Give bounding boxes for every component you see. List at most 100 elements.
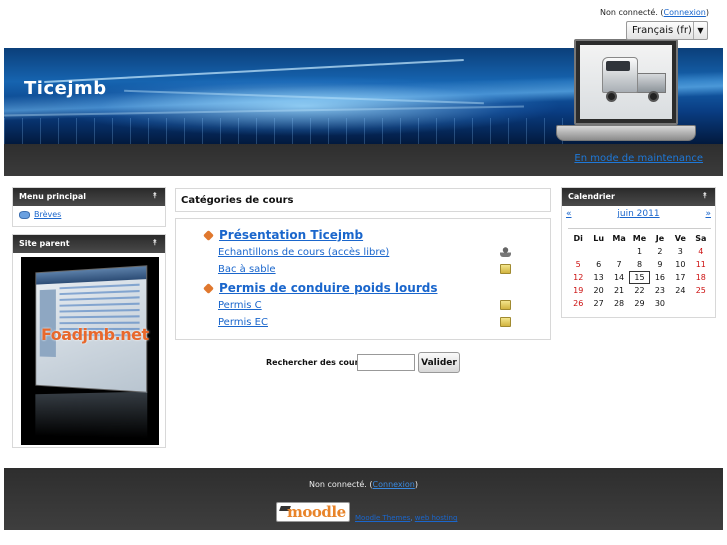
calendar-nav: « juin 2011 » bbox=[562, 208, 715, 222]
calendar-weekday-row: Di Lu Ma Me Je Ve Sa bbox=[568, 232, 711, 245]
parent-site-title: Site parent bbox=[19, 239, 70, 248]
search-input[interactable] bbox=[357, 354, 415, 371]
moodle-logo[interactable]: moodle bbox=[276, 502, 350, 522]
search-label: Rechercher des cours: bbox=[266, 358, 367, 367]
calendar-day[interactable]: 21 bbox=[609, 286, 629, 295]
footer-credits: Moodle Themes, web hosting bbox=[355, 514, 458, 522]
weekday-label: Ve bbox=[674, 234, 686, 243]
weekday-label: Me bbox=[632, 234, 647, 243]
course-link[interactable]: Bac à sable bbox=[218, 264, 276, 275]
category-link[interactable]: Présentation Ticejmb bbox=[219, 228, 363, 242]
menu-item-breves-link[interactable]: Brèves bbox=[34, 210, 61, 219]
calendar-day[interactable]: 20 bbox=[588, 286, 608, 295]
calendar-day[interactable]: 24 bbox=[670, 286, 690, 295]
calendar-day[interactable]: 14 bbox=[609, 273, 629, 282]
course-link[interactable]: Permis C bbox=[218, 300, 262, 311]
calendar-next-link[interactable]: » bbox=[705, 209, 711, 219]
calendar-day[interactable]: 8 bbox=[629, 260, 649, 269]
calendar-day[interactable]: 29 bbox=[629, 299, 649, 308]
moodle-themes-link[interactable]: Moodle Themes bbox=[355, 514, 410, 522]
chevron-down-icon: ▼ bbox=[693, 22, 707, 39]
login-status-text: Non connecté. bbox=[600, 8, 658, 17]
calendar-week-row: 26 27 28 29 30 bbox=[568, 297, 711, 310]
calendar-day[interactable]: 25 bbox=[691, 286, 711, 295]
calendar-day[interactable]: 18 bbox=[691, 273, 711, 282]
parent-site-header[interactable]: Site parent ⯭ bbox=[13, 235, 165, 253]
calendar-day[interactable]: 27 bbox=[588, 299, 608, 308]
calendar-block: Calendrier ⯭ « juin 2011 » Di Lu Ma Me J… bbox=[561, 187, 716, 318]
calendar-week-row: 5 6 7 8 9 10 11 bbox=[568, 258, 711, 271]
calendar-day[interactable]: 10 bbox=[670, 260, 690, 269]
calendar-day[interactable]: 4 bbox=[691, 247, 711, 256]
calendar-header[interactable]: Calendrier ⯭ bbox=[562, 188, 715, 206]
language-select[interactable]: Français (fr) ▼ bbox=[626, 21, 708, 40]
category-row: Présentation Ticejmb bbox=[203, 228, 363, 242]
calendar-month-link[interactable]: juin 2011 bbox=[562, 209, 715, 219]
menu-item-breves: Brèves bbox=[13, 206, 165, 223]
web-hosting-link[interactable]: web hosting bbox=[415, 514, 458, 522]
collapse-icon[interactable]: ⯭ bbox=[702, 191, 707, 201]
course-link[interactable]: Permis EC bbox=[218, 317, 268, 328]
calendar-day[interactable]: 16 bbox=[650, 273, 670, 282]
footer-login-link[interactable]: Connexion bbox=[373, 480, 415, 489]
main-menu-title: Menu principal bbox=[19, 192, 87, 201]
weekday-label: Lu bbox=[593, 234, 605, 243]
bullet-icon bbox=[203, 282, 214, 294]
calendar-day[interactable]: 22 bbox=[629, 286, 649, 295]
categories-title: Catégories de cours bbox=[181, 195, 294, 206]
page: Non connecté. (Connexion) Ticejmb França… bbox=[0, 0, 727, 545]
calendar-day[interactable]: 2 bbox=[650, 247, 670, 256]
calendar-week-row: 19 20 21 22 23 24 25 bbox=[568, 284, 711, 297]
calendar-day[interactable]: 11 bbox=[691, 260, 711, 269]
maintenance-mode-link[interactable]: En mode de maintenance bbox=[574, 153, 703, 164]
calendar-day[interactable]: 12 bbox=[568, 273, 588, 282]
collapse-icon[interactable]: ⯭ bbox=[152, 238, 157, 248]
calendar-title: Calendrier bbox=[568, 192, 615, 201]
calendar-day[interactable]: 26 bbox=[568, 299, 588, 308]
main-menu-header[interactable]: Menu principal ⯭ bbox=[13, 188, 165, 206]
calendar-day[interactable]: 19 bbox=[568, 286, 588, 295]
site-title: Ticejmb bbox=[24, 78, 107, 99]
calendar-day[interactable]: 28 bbox=[609, 299, 629, 308]
calendar-day[interactable]: 3 bbox=[670, 247, 690, 256]
enrolment-key-icon bbox=[500, 264, 511, 274]
calendar-day[interactable]: 5 bbox=[568, 260, 588, 269]
calendar-weeks: 1 2 3 4 5 6 7 8 9 10 11 12 13 14 15 16 17 18 19 20 21 22 23 24 2… bbox=[568, 245, 711, 310]
categories-header-box: Catégories de cours bbox=[175, 188, 551, 212]
top-login-info: Non connecté. (Connexion) bbox=[600, 8, 709, 17]
calendar-week-row: 1234 bbox=[568, 245, 711, 258]
weekday-label: Sa bbox=[695, 234, 707, 243]
guest-access-icon bbox=[500, 247, 511, 257]
category-row: Permis de conduire poids lourds bbox=[203, 281, 437, 295]
nav-bar: En mode de maintenance bbox=[4, 144, 723, 176]
calendar-day[interactable]: 13 bbox=[588, 273, 608, 282]
parent-site-image[interactable]: Foadjmb.net bbox=[21, 257, 159, 445]
weekday-label: Di bbox=[573, 234, 583, 243]
calendar-day[interactable]: 17 bbox=[670, 273, 690, 282]
enrolment-key-icon bbox=[500, 317, 511, 327]
login-link[interactable]: Connexion bbox=[664, 8, 706, 17]
search-submit-button[interactable]: Valider bbox=[418, 352, 460, 373]
weekday-label: Je bbox=[655, 234, 665, 243]
parent-site-brand: Foadjmb.net bbox=[41, 325, 149, 344]
category-list: Présentation Ticejmb Echantillons de cou… bbox=[175, 218, 551, 340]
calendar-day[interactable]: 6 bbox=[588, 260, 608, 269]
calendar-day[interactable]: 15 bbox=[629, 271, 650, 284]
calendar-grid: Di Lu Ma Me Je Ve Sa 1 2 3 4 5 6 7 8 9 10 11 12 13 14… bbox=[568, 228, 711, 310]
calendar-day[interactable]: 9 bbox=[650, 260, 670, 269]
footer-login-info: Non connecté. (Connexion) bbox=[309, 480, 418, 489]
laptop-truck-image bbox=[556, 39, 696, 145]
calendar-day[interactable]: 7 bbox=[609, 260, 629, 269]
weekday-label: Ma bbox=[612, 234, 626, 243]
calendar-day[interactable]: 23 bbox=[650, 286, 670, 295]
language-select-value: Français (fr) bbox=[632, 25, 692, 36]
collapse-icon[interactable]: ⯭ bbox=[152, 191, 157, 201]
calendar-day[interactable]: 30 bbox=[650, 299, 670, 308]
category-link[interactable]: Permis de conduire poids lourds bbox=[219, 281, 437, 295]
chat-icon bbox=[19, 210, 30, 219]
moodle-logo-text: moodle bbox=[287, 503, 346, 521]
course-link[interactable]: Echantillons de cours (accès libre) bbox=[218, 247, 389, 258]
page-footer: Non connecté. (Connexion) moodle Moodle … bbox=[4, 468, 723, 530]
calendar-day[interactable]: 1 bbox=[629, 247, 649, 256]
calendar-week-row: 12 13 14 15 16 17 18 bbox=[568, 271, 711, 284]
